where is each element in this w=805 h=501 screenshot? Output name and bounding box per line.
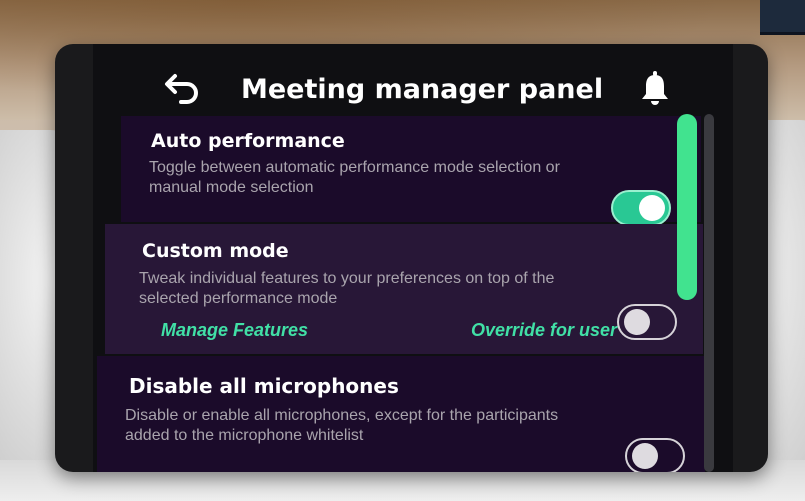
scrollbar-track[interactable] — [704, 114, 714, 472]
scrollbar-thumb[interactable] — [677, 114, 697, 300]
toggle-knob — [639, 195, 665, 221]
setting-description: Tweak individual features to your prefer… — [139, 270, 555, 307]
back-arrow-icon — [163, 72, 201, 109]
meeting-manager-panel: Meeting manager panel Auto performance T… — [55, 44, 768, 472]
setting-title: Auto performance — [151, 130, 345, 152]
custom-mode-toggle[interactable] — [617, 304, 677, 340]
background-screen — [760, 0, 805, 35]
setting-description: Toggle between automatic performance mod… — [149, 159, 560, 196]
notifications-button[interactable] — [633, 68, 677, 112]
back-button[interactable] — [159, 70, 205, 110]
setting-title: Disable all microphones — [129, 374, 399, 398]
manage-features-link[interactable]: Manage Features — [161, 320, 308, 341]
setting-title: Custom mode — [142, 240, 289, 262]
toggle-knob — [632, 443, 658, 469]
disable-microphones-toggle[interactable] — [625, 438, 685, 472]
toggle-knob — [624, 309, 650, 335]
bell-icon — [640, 70, 670, 111]
page-title: Meeting manager panel — [241, 74, 604, 105]
auto-performance-toggle[interactable] — [611, 190, 671, 226]
settings-list: Auto performance Toggle between automati… — [97, 114, 707, 472]
override-for-user-link[interactable]: Override for user — [471, 320, 617, 341]
setting-disable-microphones: Disable all microphones Disable or enabl… — [97, 356, 705, 472]
setting-custom-mode: Custom mode Tweak individual features to… — [105, 224, 703, 354]
panel-header: Meeting manager panel — [55, 62, 768, 118]
setting-description: Disable or enable all microphones, excep… — [125, 407, 559, 444]
